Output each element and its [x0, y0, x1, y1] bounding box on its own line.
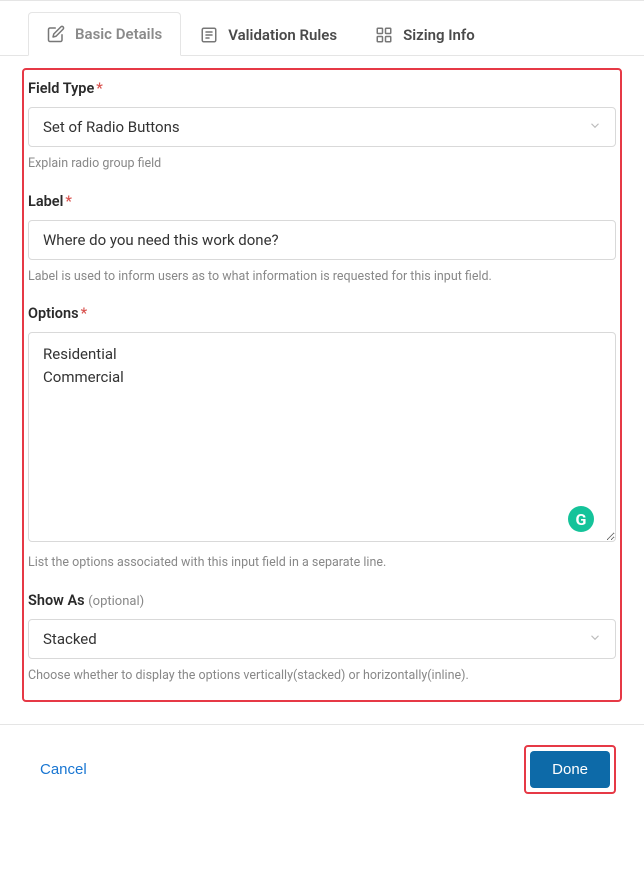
field-type-help: Explain radio group field: [28, 155, 616, 173]
form-body: Field Type* Set of Radio Buttons Explain…: [0, 56, 644, 724]
show-as-select-wrapper: Stacked: [28, 619, 616, 659]
show-as-group: Show As (optional) Stacked Choose whethe…: [28, 592, 616, 685]
tab-basic-details[interactable]: Basic Details: [28, 12, 181, 56]
label-field-label: Label*: [28, 193, 616, 210]
tab-label: Validation Rules: [228, 26, 337, 44]
label-help: Label is used to inform users as to what…: [28, 268, 616, 286]
tab-validation-rules[interactable]: Validation Rules: [181, 12, 356, 56]
show-as-help: Choose whether to display the options ve…: [28, 667, 616, 685]
options-help: List the options associated with this in…: [28, 554, 616, 572]
field-type-label: Field Type*: [28, 80, 616, 97]
optional-indicator: (optional): [88, 594, 144, 609]
tab-label: Basic Details: [75, 25, 162, 43]
label-text: Label: [28, 193, 63, 210]
label-text: Options: [28, 305, 79, 322]
show-as-select[interactable]: Stacked: [28, 619, 616, 659]
options-group: Options* G List the options associated w…: [28, 305, 616, 572]
field-type-select-wrapper: Set of Radio Buttons: [28, 107, 616, 147]
options-textarea[interactable]: [28, 332, 616, 542]
options-label: Options*: [28, 305, 616, 322]
edit-icon: [47, 25, 65, 43]
grammarly-icon[interactable]: G: [568, 506, 594, 532]
highlighted-form-section: Field Type* Set of Radio Buttons Explain…: [22, 68, 622, 702]
label-input[interactable]: [28, 220, 616, 260]
tabs-bar: Basic Details Validation Rules Sizing In…: [0, 11, 644, 56]
tab-label: Sizing Info: [403, 26, 475, 44]
field-type-select[interactable]: Set of Radio Buttons: [28, 107, 616, 147]
cancel-button[interactable]: Cancel: [28, 753, 99, 786]
tab-sizing-info[interactable]: Sizing Info: [356, 12, 494, 56]
required-indicator: *: [65, 193, 72, 210]
label-text: Field Type: [28, 80, 94, 97]
required-indicator: *: [81, 305, 88, 322]
label-group: Label* Label is used to inform users as …: [28, 193, 616, 286]
list-icon: [200, 26, 218, 44]
required-indicator: *: [96, 80, 103, 97]
footer: Cancel Done: [0, 724, 644, 814]
done-button-highlight: Done: [524, 745, 616, 794]
options-textarea-wrapper: G: [28, 332, 616, 546]
show-as-label: Show As (optional): [28, 592, 616, 609]
done-button[interactable]: Done: [530, 751, 610, 788]
grid-icon: [375, 26, 393, 44]
field-type-group: Field Type* Set of Radio Buttons Explain…: [28, 80, 616, 173]
label-text: Show As: [28, 592, 85, 609]
form-container: Basic Details Validation Rules Sizing In…: [0, 0, 644, 814]
